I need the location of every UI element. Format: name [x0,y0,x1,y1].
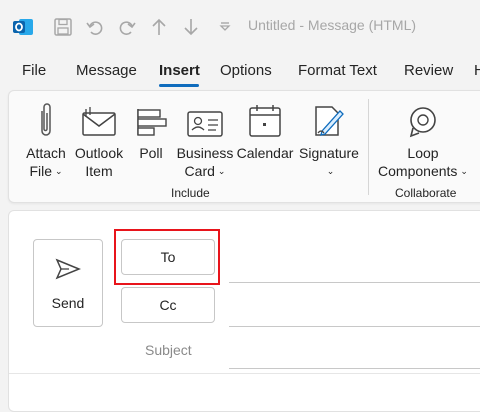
outlook-app-icon [12,16,34,38]
outlook-item-button[interactable]: Outlook Item [69,91,129,180]
chevron-down-icon: ⌄ [55,166,63,176]
undo-icon[interactable] [84,16,106,38]
calendar-icon [248,99,282,139]
loop-label-1: Loop [407,145,439,161]
down-arrow-icon[interactable] [180,16,202,38]
loop-components-button[interactable]: Loop Components ⌄ [375,91,471,180]
send-icon [55,258,81,285]
paperclip-icon [36,99,56,139]
ribbon-tabs: File Message Insert Options Format Text … [0,60,480,90]
tab-insert[interactable]: Insert [159,62,200,79]
poll-label: Poll [139,145,163,161]
send-button[interactable]: Send [33,239,103,327]
to-button[interactable]: To [121,239,215,275]
group-label-collaborate: Collaborate [395,186,457,200]
customize-qat-icon[interactable] [214,16,236,38]
cc-field[interactable] [229,326,480,327]
to-field[interactable] [229,282,480,283]
loop-label-2: Components [378,163,458,179]
group-label-include: Include [171,186,210,200]
cc-button[interactable]: Cc [121,287,215,323]
tab-review[interactable]: Review [404,62,453,79]
attach-file-button[interactable]: Attach File ⌄ [19,91,73,180]
tab-message[interactable]: Message [76,62,137,79]
group-separator [368,99,369,195]
window-title: Untitled - Message (HTML) [248,17,417,33]
send-label: Send [51,295,85,311]
redo-icon[interactable] [116,16,138,38]
outlook-item-label-2: Item [85,163,113,179]
business-card-label-2: Card [184,163,215,179]
header-divider [9,373,480,374]
up-arrow-icon[interactable] [148,16,170,38]
subject-label: Subject [145,342,192,358]
subject-field[interactable] [229,368,480,369]
calendar-button[interactable]: Calendar [235,91,295,162]
attach-file-label-1: Attach [26,145,66,161]
poll-icon [134,99,168,139]
loop-icon [406,99,440,139]
active-tab-indicator [159,84,199,87]
compose-header: Send To Cc Subject [8,210,480,412]
business-card-label-1: Business [176,145,234,161]
signature-label: Signature [299,145,359,161]
signature-button[interactable]: Signature ⌄ [297,91,361,180]
tab-options[interactable]: Options [220,62,272,79]
chevron-down-icon: ⌄ [217,166,226,176]
chevron-down-icon: ⌄ [326,166,335,176]
calendar-label: Calendar [236,145,294,161]
outlook-item-icon [80,99,118,139]
attach-file-label-2: File [29,163,52,179]
business-card-icon [186,99,224,139]
tab-overflow[interactable]: H [474,62,480,79]
tab-format-text[interactable]: Format Text [298,62,377,79]
poll-button[interactable]: Poll [133,91,169,162]
title-bar: Untitled - Message (HTML) [0,0,480,52]
signature-icon [312,99,346,139]
tab-file[interactable]: File [22,62,46,79]
chevron-down-icon: ⌄ [460,166,468,176]
save-icon[interactable] [52,16,74,38]
outlook-item-label-1: Outlook [74,145,124,161]
ribbon-insert: Attach File ⌄ Outlook Item Poll Business … [8,90,480,203]
business-card-button[interactable]: Business Card ⌄ [175,91,235,180]
